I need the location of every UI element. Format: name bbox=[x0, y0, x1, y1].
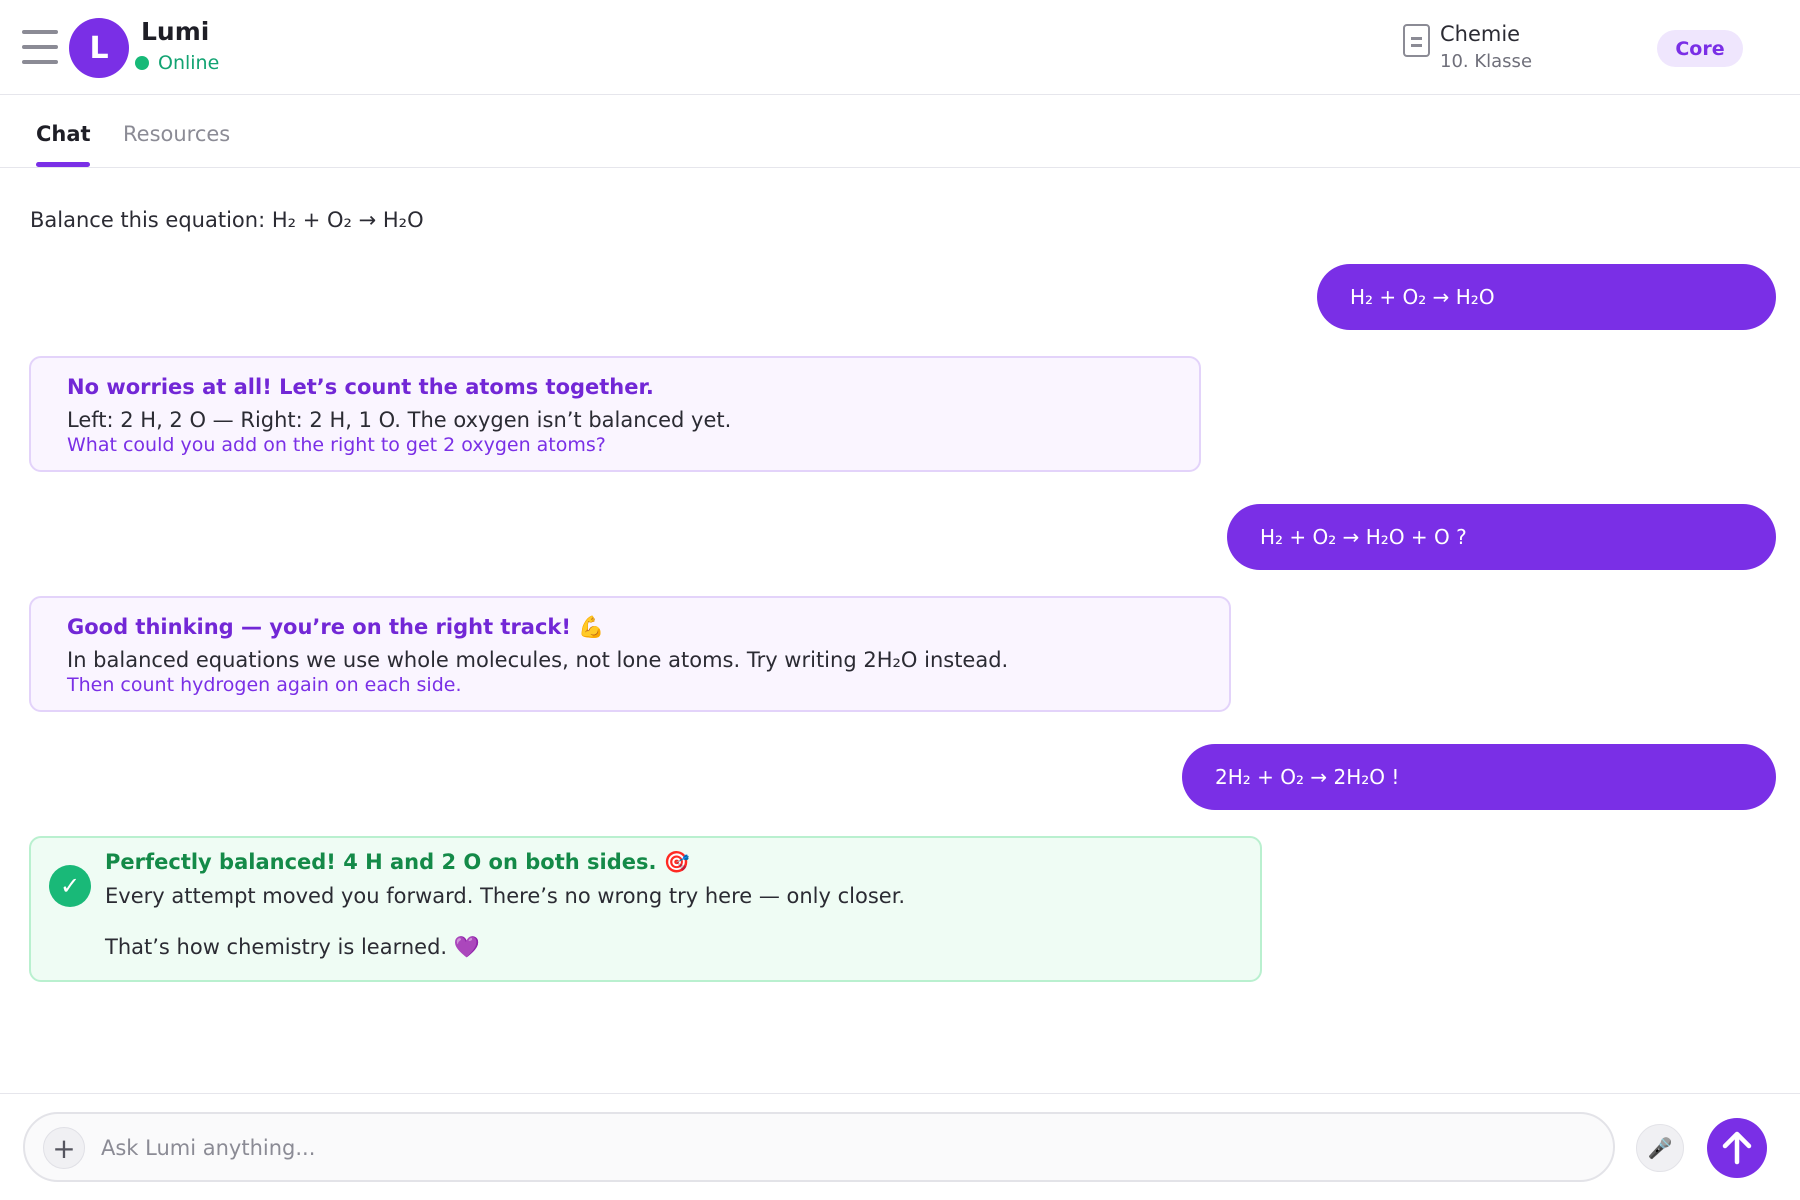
message-input[interactable] bbox=[101, 1126, 1591, 1170]
bot-message-hint: Then count hydrogen again on each side. bbox=[67, 674, 462, 696]
tab-resources[interactable]: Resources bbox=[123, 122, 230, 146]
bot-message: No worries at all! Let’s count the atoms… bbox=[29, 356, 1201, 472]
subject-grade: 10. Klasse bbox=[1440, 51, 1533, 72]
add-attachment-button[interactable]: + bbox=[43, 1127, 85, 1169]
success-outro: That’s how chemistry is learned. 💜 bbox=[105, 935, 480, 959]
tab-bar: Chat Resources bbox=[0, 95, 1800, 168]
bot-message-body: Left: 2 H, 2 O — Right: 2 H, 1 O. The ox… bbox=[67, 408, 732, 432]
user-message: H₂ + O₂ → H₂O + O ? bbox=[1227, 504, 1776, 570]
avatar: L bbox=[69, 18, 129, 78]
user-message: H₂ + O₂ → H₂O bbox=[1317, 264, 1776, 330]
document-icon bbox=[1403, 24, 1430, 57]
menu-icon[interactable] bbox=[22, 30, 58, 64]
check-icon: ✓ bbox=[49, 865, 91, 907]
status-text: Online bbox=[158, 52, 220, 74]
bot-message-body: In balanced equations we use whole molec… bbox=[67, 648, 1009, 672]
active-tab-indicator bbox=[36, 162, 90, 167]
bot-name: Lumi bbox=[141, 17, 210, 46]
send-button[interactable] bbox=[1707, 1118, 1767, 1178]
tab-chat[interactable]: Chat bbox=[36, 122, 91, 146]
bot-message-hint: What could you add on the right to get 2… bbox=[67, 434, 606, 456]
app-header: L Lumi Online Chemie 10. Klasse Core bbox=[0, 0, 1800, 95]
user-message: 2H₂ + O₂ → 2H₂O ! bbox=[1182, 744, 1776, 810]
microphone-button[interactable]: 🎤 bbox=[1636, 1124, 1684, 1172]
online-dot-icon bbox=[135, 56, 149, 70]
subject-name: Chemie bbox=[1440, 22, 1521, 46]
bot-message-title: Good thinking — you’re on the right trac… bbox=[67, 615, 605, 639]
arrow-up-icon bbox=[1722, 1131, 1752, 1165]
bot-message-title: No worries at all! Let’s count the atoms… bbox=[67, 375, 654, 399]
success-body: Every attempt moved you forward. There’s… bbox=[105, 884, 906, 908]
success-title: Perfectly balanced! 4 H and 2 O on both … bbox=[105, 850, 690, 874]
success-message: ✓ Perfectly balanced! 4 H and 2 O on bot… bbox=[29, 836, 1262, 982]
plan-badge[interactable]: Core bbox=[1657, 30, 1743, 67]
bot-message: Good thinking — you’re on the right trac… bbox=[29, 596, 1231, 712]
composer: + bbox=[23, 1112, 1615, 1182]
status-indicator: Online bbox=[135, 52, 219, 74]
prompt-message: Balance this equation: H₂ + O₂ → H₂O bbox=[30, 208, 424, 232]
